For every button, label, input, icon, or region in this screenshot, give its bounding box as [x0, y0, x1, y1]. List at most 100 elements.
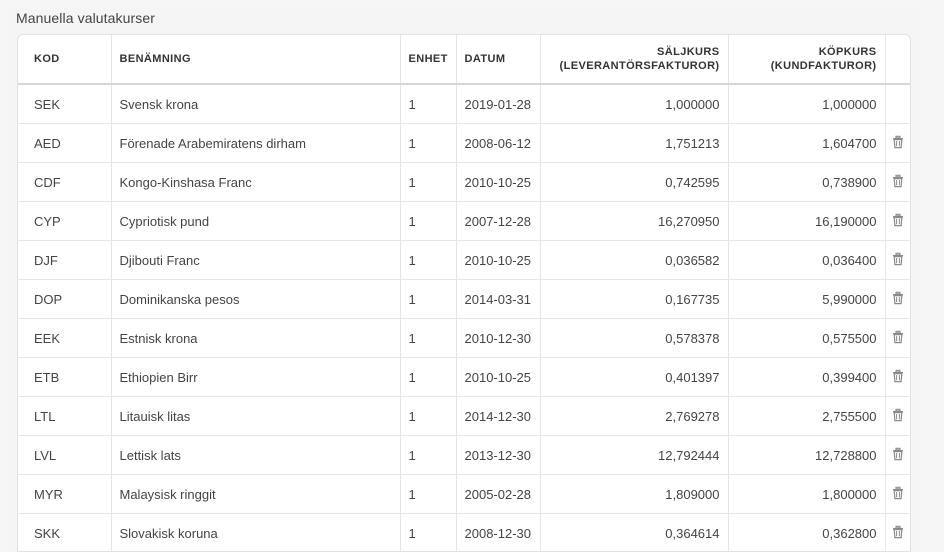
currency-rates-panel: Manuella valutakurser KOD BENÄMNING ENHE…: [8, 6, 922, 550]
table-row[interactable]: ETBEthiopien Birr12010-10-250,4013970,39…: [18, 358, 910, 397]
table-row[interactable]: LTLLitauisk litas12014-12-302,7692782,75…: [18, 397, 910, 436]
table-row[interactable]: DJFDjibouti Franc12010-10-250,0365820,03…: [18, 241, 910, 280]
table-row[interactable]: SKKSlovakisk koruna12008-12-300,3646140,…: [18, 514, 910, 552]
cell-name: Lettisk lats: [111, 436, 400, 475]
sell-rate-header-line2: (LEVERANTÖRSFAKTUROR): [549, 59, 720, 73]
cell-code: DJF: [18, 241, 111, 280]
cell-actions: [885, 514, 910, 552]
table-row[interactable]: CYPCypriotisk pund12007-12-2816,27095016…: [18, 202, 910, 241]
cell-actions: [885, 397, 910, 436]
cell-unit: 1: [400, 163, 456, 202]
cell-name: Ethiopien Birr: [111, 358, 400, 397]
cell-actions: [885, 241, 910, 280]
column-header-code[interactable]: KOD: [18, 35, 111, 84]
cell-name: Slovakisk koruna: [111, 514, 400, 552]
cell-name: Dominikanska pesos: [111, 280, 400, 319]
cell-name: Litauisk litas: [111, 397, 400, 436]
cell-sell-rate: 0,742595: [540, 163, 728, 202]
cell-unit: 1: [400, 241, 456, 280]
trash-icon[interactable]: [891, 135, 905, 149]
cell-code: CYP: [18, 202, 111, 241]
cell-date: 2010-12-30: [456, 319, 540, 358]
column-header-unit[interactable]: ENHET: [400, 35, 456, 84]
table-row[interactable]: LVLLettisk lats12013-12-3012,79244412,72…: [18, 436, 910, 475]
cell-buy-rate: 1,800000: [728, 475, 885, 514]
cell-sell-rate: 12,792444: [540, 436, 728, 475]
table-row[interactable]: CDFKongo-Kinshasa Franc12010-10-250,7425…: [18, 163, 910, 202]
trash-icon[interactable]: [891, 525, 905, 539]
cell-actions: [885, 358, 910, 397]
table-row[interactable]: DOPDominikanska pesos12014-03-310,167735…: [18, 280, 910, 319]
cell-date: 2013-12-30: [456, 436, 540, 475]
cell-sell-rate: 1,809000: [540, 475, 728, 514]
cell-name: Estnisk krona: [111, 319, 400, 358]
header-row: KOD BENÄMNING ENHET DATUM SÄLJKURS (LEVE…: [18, 35, 910, 84]
cell-code: LVL: [18, 436, 111, 475]
trash-icon[interactable]: [891, 408, 905, 422]
cell-date: 2019-01-28: [456, 84, 540, 124]
cell-date: 2008-12-30: [456, 514, 540, 552]
cell-code: CDF: [18, 163, 111, 202]
column-header-date[interactable]: DATUM: [456, 35, 540, 84]
cell-buy-rate: 0,738900: [728, 163, 885, 202]
cell-actions: [885, 163, 910, 202]
panel-title: Manuella valutakurser: [16, 10, 155, 26]
cell-date: 2010-10-25: [456, 358, 540, 397]
cell-buy-rate: 16,190000: [728, 202, 885, 241]
cell-name: Svensk krona: [111, 84, 400, 124]
trash-icon[interactable]: [891, 486, 905, 500]
cell-sell-rate: 2,769278: [540, 397, 728, 436]
cell-name: Kongo-Kinshasa Franc: [111, 163, 400, 202]
cell-date: 2014-12-30: [456, 397, 540, 436]
cell-actions: [885, 84, 910, 124]
cell-unit: 1: [400, 358, 456, 397]
cell-unit: 1: [400, 124, 456, 163]
cell-buy-rate: 0,575500: [728, 319, 885, 358]
cell-date: 2007-12-28: [456, 202, 540, 241]
trash-icon[interactable]: [891, 291, 905, 305]
currency-table-card: KOD BENÄMNING ENHET DATUM SÄLJKURS (LEVE…: [17, 34, 911, 552]
cell-sell-rate: 0,036582: [540, 241, 728, 280]
cell-code: LTL: [18, 397, 111, 436]
cell-code: ETB: [18, 358, 111, 397]
cell-sell-rate: 0,578378: [540, 319, 728, 358]
cell-code: SEK: [18, 84, 111, 124]
column-header-sell-rate[interactable]: SÄLJKURS (LEVERANTÖRSFAKTUROR): [540, 35, 728, 84]
cell-actions: [885, 124, 910, 163]
cell-name: Djibouti Franc: [111, 241, 400, 280]
cell-unit: 1: [400, 84, 456, 124]
trash-icon[interactable]: [891, 252, 905, 266]
cell-code: AED: [18, 124, 111, 163]
sell-rate-header-line1: SÄLJKURS: [549, 45, 720, 59]
cell-name: Cypriotisk pund: [111, 202, 400, 241]
cell-buy-rate: 2,755500: [728, 397, 885, 436]
cell-buy-rate: 1,000000: [728, 84, 885, 124]
cell-buy-rate: 1,604700: [728, 124, 885, 163]
column-header-buy-rate[interactable]: KÖPKURS (KUNDFAKTUROR): [728, 35, 885, 84]
cell-code: SKK: [18, 514, 111, 552]
table-row[interactable]: AEDFörenade Arabemiratens dirham12008-06…: [18, 124, 910, 163]
cell-code: MYR: [18, 475, 111, 514]
cell-name: Malaysisk ringgit: [111, 475, 400, 514]
trash-icon[interactable]: [891, 369, 905, 383]
trash-icon[interactable]: [891, 213, 905, 227]
cell-unit: 1: [400, 436, 456, 475]
cell-actions: [885, 202, 910, 241]
cell-date: 2010-10-25: [456, 163, 540, 202]
currency-rates-table: KOD BENÄMNING ENHET DATUM SÄLJKURS (LEVE…: [18, 35, 910, 552]
trash-icon[interactable]: [891, 174, 905, 188]
cell-sell-rate: 16,270950: [540, 202, 728, 241]
table-row[interactable]: EEKEstnisk krona12010-12-300,5783780,575…: [18, 319, 910, 358]
trash-icon[interactable]: [891, 330, 905, 344]
table-row[interactable]: SEKSvensk krona12019-01-281,0000001,0000…: [18, 84, 910, 124]
cell-date: 2008-06-12: [456, 124, 540, 163]
column-header-actions: [885, 35, 910, 84]
table-body: SEKSvensk krona12019-01-281,0000001,0000…: [18, 84, 910, 552]
cell-date: 2005-02-28: [456, 475, 540, 514]
cell-unit: 1: [400, 280, 456, 319]
cell-sell-rate: 1,751213: [540, 124, 728, 163]
column-header-name[interactable]: BENÄMNING: [111, 35, 400, 84]
cell-actions: [885, 280, 910, 319]
trash-icon[interactable]: [891, 447, 905, 461]
table-row[interactable]: MYRMalaysisk ringgit12005-02-281,8090001…: [18, 475, 910, 514]
